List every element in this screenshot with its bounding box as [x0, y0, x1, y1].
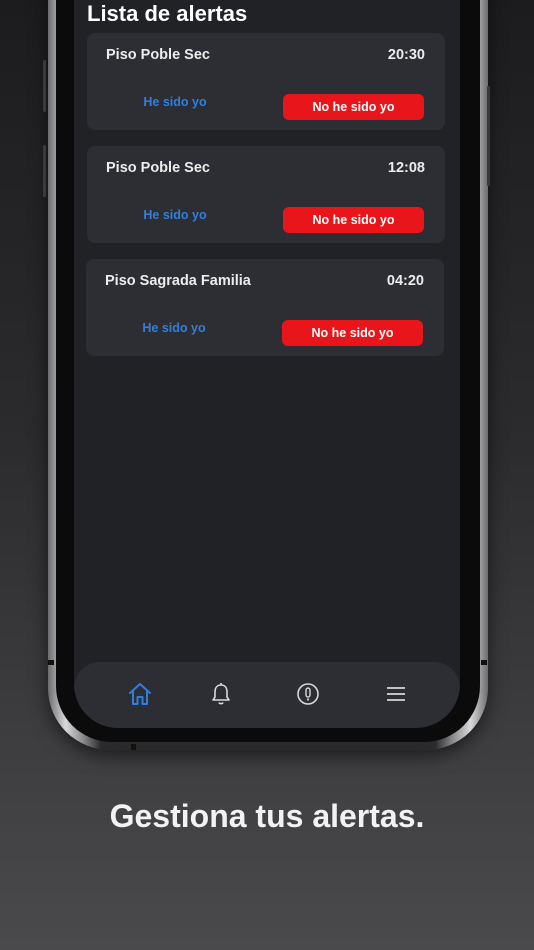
not-me-button[interactable]: No he sido yo: [282, 320, 423, 346]
menu-icon: [387, 687, 405, 701]
not-me-button[interactable]: No he sido yo: [283, 94, 424, 120]
tagline: Gestiona tus alertas.: [109, 798, 425, 834]
volume-button-down: [43, 145, 46, 197]
antenna-band-left: [48, 660, 54, 665]
app-screen: Lista de alertas Piso Poble Sec 20:30 He…: [74, 0, 460, 728]
alert-card: Piso Poble Sec 20:30 He sido yo No he si…: [87, 33, 445, 130]
bell-icon: [212, 683, 230, 705]
power-button: [487, 86, 490, 186]
alert-location: Piso Poble Sec: [106, 160, 210, 176]
it-was-me-button[interactable]: He sido yo: [135, 95, 215, 109]
tab-alerts[interactable]: [207, 680, 235, 708]
it-was-me-button[interactable]: He sido yo: [134, 321, 214, 335]
info-circle-icon: [297, 683, 319, 705]
antenna-band-bottom: [131, 744, 136, 750]
it-was-me-button[interactable]: He sido yo: [135, 208, 215, 222]
alert-card: Piso Sagrada Familia 04:20 He sido yo No…: [86, 259, 444, 356]
not-me-button[interactable]: No he sido yo: [283, 207, 424, 233]
tab-info[interactable]: [294, 680, 322, 708]
volume-button-up: [43, 60, 46, 112]
tab-home[interactable]: [126, 680, 154, 708]
alert-time: 20:30: [387, 47, 425, 63]
alert-location: Piso Sagrada Familia: [105, 273, 251, 289]
tab-menu[interactable]: [382, 680, 410, 708]
alert-card: Piso Poble Sec 12:08 He sido yo No he si…: [87, 146, 445, 243]
home-icon: [129, 683, 151, 705]
bottom-tab-bar: [74, 662, 460, 728]
alert-time: 04:20: [386, 273, 424, 289]
alert-time: 12:08: [387, 160, 425, 176]
antenna-band-right: [481, 660, 487, 665]
alert-location: Piso Poble Sec: [106, 47, 210, 63]
page-title: Lista de alertas: [87, 1, 248, 26]
